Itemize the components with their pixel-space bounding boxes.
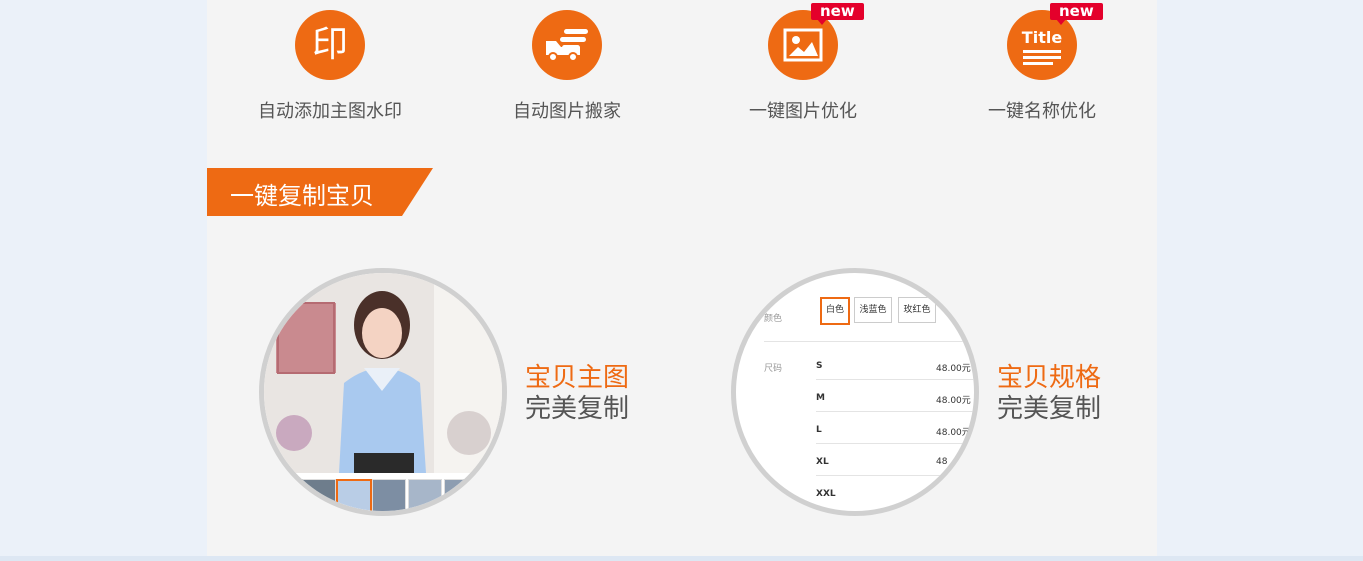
feature-auto-watermark[interactable]: 印 自动添加主图水印	[230, 10, 430, 123]
size-option[interactable]: S	[816, 361, 822, 371]
feature-image-optimize[interactable]: new 一键图片优化	[703, 3, 903, 123]
truck-icon	[532, 10, 602, 80]
thumbnail[interactable]	[372, 479, 406, 511]
size-price: 48.00元	[936, 428, 971, 438]
spec-preview: 颜色 白色 浅蓝色 玫红色 尺码 S 48.00元 M 48.00元 L 48.…	[731, 268, 979, 516]
feature-label: 自动添加主图水印	[258, 101, 402, 122]
new-badge: new	[1050, 3, 1103, 25]
page-bottom-border	[0, 556, 1363, 561]
color-option[interactable]: 玫红色	[898, 297, 936, 323]
new-badge: new	[811, 3, 864, 25]
caption-highlight: 宝贝主图	[525, 363, 630, 393]
divider	[816, 379, 974, 380]
divider	[816, 411, 974, 412]
feature-label: 自动图片搬家	[513, 101, 621, 122]
thumbnail[interactable]	[444, 479, 478, 511]
divider	[764, 341, 974, 342]
divider	[816, 475, 974, 476]
color-option[interactable]: 浅蓝色	[854, 297, 892, 323]
image-icon: new	[768, 3, 864, 80]
feature-title-optimize[interactable]: Title new 一键名称优化	[942, 3, 1142, 123]
stamp-icon: 印	[295, 10, 365, 80]
feature-auto-image-move[interactable]: 自动图片搬家	[467, 10, 667, 123]
color-label: 颜色	[764, 314, 783, 324]
divider	[816, 443, 974, 444]
caption-subtitle: 完美复制	[997, 394, 1102, 424]
color-option[interactable]: 白色	[820, 297, 850, 325]
size-price: 48.00元	[936, 396, 971, 406]
thumbnail[interactable]	[336, 479, 372, 511]
size-option[interactable]: M	[816, 393, 825, 403]
caption-subtitle: 完美复制	[525, 394, 630, 424]
section-banner: 一键复制宝贝	[207, 168, 433, 216]
thumbnail[interactable]	[408, 479, 442, 511]
size-price: 48.00元	[936, 364, 971, 374]
main-image-caption: 宝贝主图 完美复制	[525, 363, 629, 425]
section-title: 一键复制宝贝	[230, 182, 374, 210]
spec-caption: 宝贝规格 完美复制	[997, 363, 1101, 425]
title-icon: Title new	[1007, 3, 1103, 80]
main-image-preview	[259, 268, 507, 516]
feature-label: 一键图片优化	[749, 101, 857, 122]
caption-highlight: 宝贝规格	[997, 363, 1102, 393]
size-option[interactable]: L	[816, 425, 822, 435]
size-option[interactable]: XL	[816, 457, 829, 467]
size-price: 48	[936, 457, 948, 467]
size-label: 尺码	[764, 364, 783, 374]
feature-label: 一键名称优化	[988, 101, 1096, 122]
size-option[interactable]: XXL	[816, 489, 836, 499]
product-photo	[264, 273, 502, 511]
thumbnail[interactable]	[302, 479, 336, 511]
